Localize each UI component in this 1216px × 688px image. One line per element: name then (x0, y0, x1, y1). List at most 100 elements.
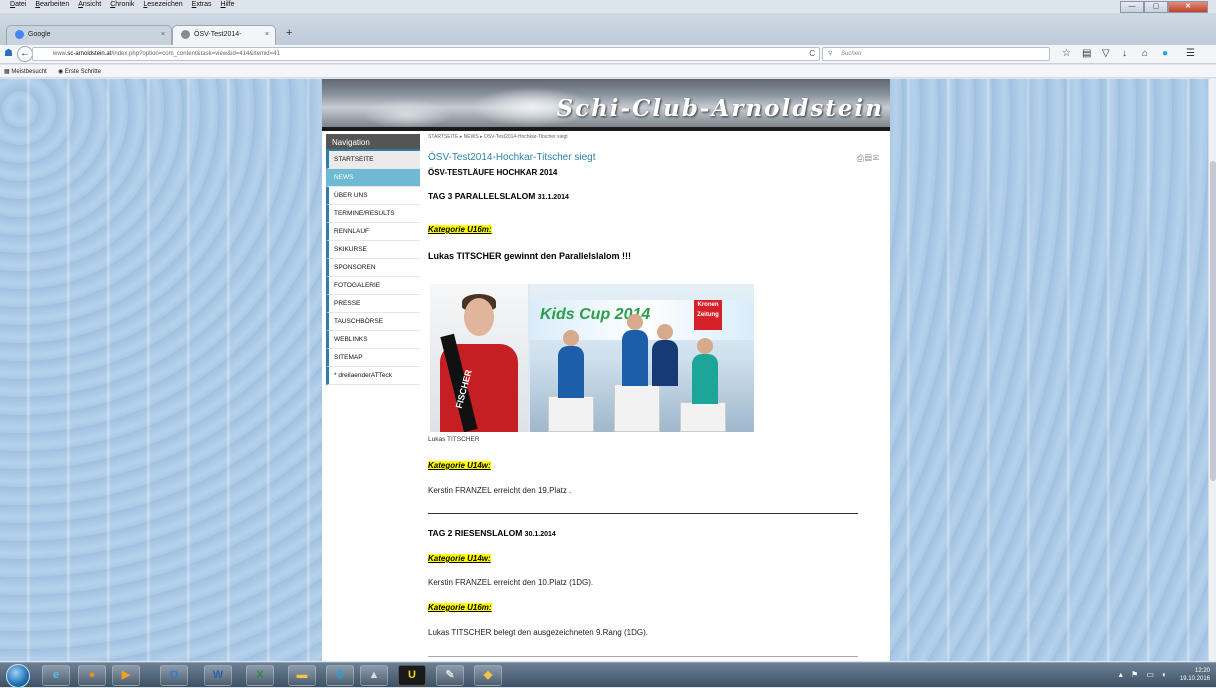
sidebar-item-sponsoren[interactable]: SPONSOREN (326, 259, 420, 277)
winner-text: Lukas TITSCHER gewinnt den Parallelslalo… (428, 251, 632, 261)
sidebar-item-fotogalerie[interactable]: FOTOGALERIE (326, 277, 420, 295)
security-icon[interactable]: ◆ (474, 665, 502, 686)
bookmark-erste-schritte[interactable]: ◉ Erste Schritte (58, 68, 101, 75)
bookmark-meistbesucht[interactable]: ▦ Meistbesucht (4, 68, 47, 75)
download-icon[interactable]: ↓ (1122, 48, 1127, 59)
start-button[interactable] (6, 664, 30, 688)
outlook-icon[interactable]: O (160, 665, 188, 686)
sidebar-item-presse[interactable]: PRESSE (326, 295, 420, 313)
racer-figure (652, 324, 678, 386)
bookmarks-list-icon[interactable]: ▤ (1082, 48, 1091, 59)
breadcrumb[interactable]: STARTSEITE ▸ NEWS ▸ ÖSV-Test2014-Hochkar… (428, 134, 568, 140)
uplay-icon[interactable]: U (398, 665, 426, 686)
home-icon[interactable]: ☗ (4, 48, 13, 59)
menu-chronik[interactable]: Chronik (110, 1, 134, 8)
photo-caption: Lukas TITSCHER (428, 436, 480, 443)
excel-icon[interactable]: X (246, 665, 274, 686)
nav-header: Navigation (326, 134, 420, 151)
search-input[interactable]: ⚲ Suchen (822, 47, 1050, 61)
url-input[interactable]: www.sc-arnoldstein.at/index.php?option=c… (32, 47, 820, 61)
category-label: Kategorie U16m: (428, 603, 492, 612)
back-button[interactable]: ← (17, 46, 33, 62)
sidebar-item-dreilaender[interactable]: * dreilaenderATTeck (326, 367, 420, 385)
category-label: Kategorie U14w: (428, 554, 491, 563)
pocket-icon[interactable]: ▽ (1102, 48, 1110, 59)
vertical-scrollbar[interactable] (1208, 79, 1216, 661)
email-icon[interactable]: ✉ (873, 153, 880, 163)
sidebar-item-ueber-uns[interactable]: ÜBER UNS (326, 187, 420, 205)
racer-face (657, 324, 673, 340)
article-photo[interactable]: FISCHER Kids Cup 2014 Kronen Zeitung (430, 284, 754, 432)
menu-datei[interactable]: Datei (10, 1, 26, 8)
tab-active[interactable]: ÖSV-Test2014-Hochkar-Tit... × (172, 25, 276, 56)
day3-title: TAG 3 PARALLELSLALOM (428, 191, 536, 201)
skype-taskbar-icon[interactable]: S (326, 665, 354, 686)
racer-figure (692, 338, 718, 404)
skype-icon[interactable]: ● (1162, 48, 1168, 59)
photo-portrait: FISCHER (430, 284, 528, 432)
menu-extras[interactable]: Extras (192, 1, 212, 8)
clock[interactable]: 12:20 19.10.2016 (1180, 667, 1210, 683)
sidebar-item-sitemap[interactable]: SITEMAP (326, 349, 420, 367)
article-tools: ⎙▤✉ (857, 153, 880, 164)
close-window-button[interactable]: ✕ (1168, 1, 1208, 13)
firefox-icon[interactable]: ● (78, 665, 106, 686)
sidebar-item-skikurse[interactable]: SKIKURSE (326, 241, 420, 259)
minimize-button[interactable]: — (1120, 1, 1144, 13)
reload-icon[interactable]: C (809, 48, 815, 60)
sidebar-item-news[interactable]: NEWS (326, 169, 420, 187)
article-subtitle: ÖSV-TESTLÄUFE HOCHKAR 2014 (428, 168, 558, 177)
tab-close-icon[interactable]: × (265, 26, 269, 44)
tab-google[interactable]: Google × (6, 25, 172, 45)
sidebar-item-tauschboerse[interactable]: TAUSCHBÖRSE (326, 313, 420, 331)
racer-figure (558, 330, 584, 398)
sidebar-item-termine[interactable]: TERMINE/RESULTS (326, 205, 420, 223)
racer-face (627, 314, 643, 330)
explorer-icon[interactable]: ▬ (288, 665, 316, 686)
tab-google-label: Google (28, 31, 51, 38)
url-path: /index.php?option=com_content&task=view&… (111, 51, 280, 57)
category-u14w: Kategorie U14w: (428, 461, 491, 470)
scrollbar-thumb[interactable] (1210, 161, 1216, 481)
category-u16m-2: Kategorie U16m: (428, 603, 492, 612)
word-icon[interactable]: W (204, 665, 232, 686)
menu-hilfe[interactable]: Hilfe (221, 1, 235, 8)
system-tray-icons[interactable]: ▴ ⚑ ▭ ◐ (1119, 670, 1170, 679)
print-icon[interactable]: ▤ (865, 153, 873, 163)
clock-time: 12:20 (1194, 668, 1210, 674)
franzel-day2-text: Kerstin FRANZEL erreicht den 10.Platz (1… (428, 578, 594, 587)
tab-close-icon[interactable]: × (161, 26, 165, 44)
pdf-icon[interactable]: ⎙ (857, 153, 865, 163)
ie-icon[interactable]: e (42, 665, 70, 686)
menu-bearbeiten[interactable]: Bearbeiten (35, 1, 69, 8)
sidebar-nav: Navigation STARTSEITE NEWS ÜBER UNS TERM… (326, 134, 420, 661)
banner-divider (322, 127, 890, 131)
new-tab-button[interactable]: + (286, 27, 292, 39)
home-button-icon[interactable]: ⌂ (1142, 48, 1148, 59)
media-player-icon[interactable]: ▶ (112, 665, 140, 686)
article-title[interactable]: ÖSV-Test2014-Hochkar-Titscher siegt (428, 152, 595, 163)
menu-icon[interactable]: ☰ (1186, 48, 1195, 59)
menu-items: Datei Bearbeiten Ansicht Chronik Lesezei… (10, 1, 235, 8)
taskbar: e ● ▶ O W X ▬ S ▲ U ✎ ◆ ▴ ⚑ ▭ ◐ 12:20 19… (0, 662, 1216, 688)
menu-lesezeichen[interactable]: Lesezeichen (143, 1, 182, 8)
category-label: Kategorie U14w: (428, 461, 491, 470)
maximize-button[interactable]: ▢ (1144, 1, 1168, 13)
search-placeholder: Suchen (841, 51, 862, 57)
viewer-icon[interactable]: ▲ (360, 665, 388, 686)
search-icon: ⚲ (828, 51, 833, 57)
titscher-day2-text: Lukas TITSCHER belegt den ausgezeichnete… (428, 628, 648, 637)
bookmarks-bar: ▦ Meistbesucht ◉ Erste Schritte (0, 65, 1216, 78)
tab-bar: Google × ÖSV-Test2014-Hochkar-Tit... × + (0, 13, 1216, 56)
site-page: Schi-Club-Arnoldstein Navigation STARTSE… (322, 79, 890, 661)
menu-ansicht[interactable]: Ansicht (78, 1, 101, 8)
page-viewport: Schi-Club-Arnoldstein Navigation STARTSE… (0, 79, 1208, 661)
podium-block (614, 384, 660, 432)
day3-date: 31.1.2014 (537, 194, 569, 201)
editor-icon[interactable]: ✎ (436, 665, 464, 686)
sidebar-item-startseite[interactable]: STARTSEITE (326, 151, 420, 169)
sidebar-item-rennlauf[interactable]: RENNLAUF (326, 223, 420, 241)
sidebar-item-weblinks[interactable]: WEBLINKS (326, 331, 420, 349)
bookmark-star-icon[interactable]: ☆ (1062, 48, 1071, 59)
day2-date: 30.1.2014 (524, 531, 556, 538)
